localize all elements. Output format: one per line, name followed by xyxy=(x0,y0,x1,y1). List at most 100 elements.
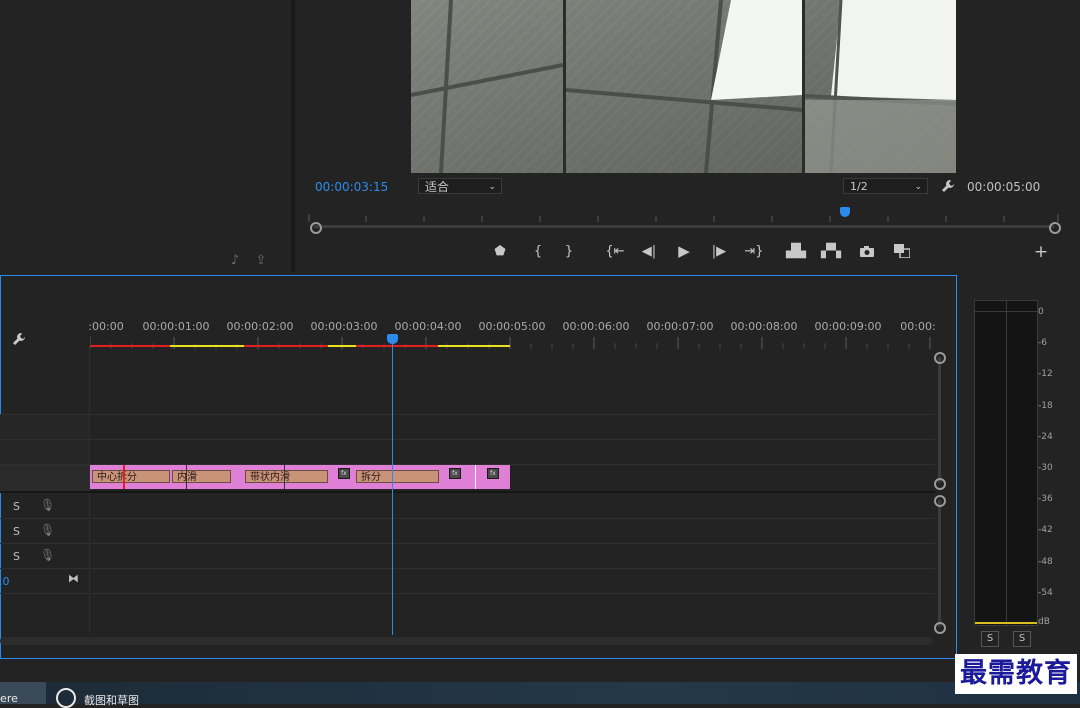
db-label: -42 xyxy=(1038,525,1053,535)
resolution-dropdown[interactable]: 1/2 ⌄ xyxy=(843,178,928,194)
render-bar xyxy=(90,345,510,347)
current-timecode[interactable]: 00:00:03:15 xyxy=(315,180,388,194)
taskbar-app-label: iere xyxy=(0,692,18,705)
track-separator xyxy=(0,593,935,594)
fx-badge[interactable]: fx xyxy=(487,468,499,479)
track-header-v3[interactable] xyxy=(0,415,89,439)
compare-view-icon[interactable] xyxy=(892,243,912,259)
vscroll-handle[interactable] xyxy=(934,352,946,364)
zoom-dropdown[interactable]: 适合 ⌄ xyxy=(418,178,502,194)
snip-icon xyxy=(56,688,76,708)
track-header-divider xyxy=(89,346,90,634)
ruler-label: 00:00:01:00 xyxy=(142,320,210,333)
clip-neihua[interactable]: 内滑 xyxy=(172,470,231,483)
chevron-down-icon: ⌄ xyxy=(914,182,922,192)
mark-in-icon[interactable]: { xyxy=(530,243,546,259)
track-separator xyxy=(0,414,935,415)
timeline-playhead-line[interactable] xyxy=(392,340,393,635)
clip-edit-line xyxy=(475,465,476,489)
track-separator xyxy=(0,518,935,519)
duration-timecode: 00:00:05:00 xyxy=(967,180,1041,194)
solo-button[interactable]: S xyxy=(13,525,20,538)
ruler-label: 00:00:06:00 xyxy=(562,320,630,333)
audio-meter-bar xyxy=(974,300,1038,626)
transition-marker xyxy=(123,465,125,489)
microphone-icon[interactable]: 🎙 xyxy=(40,498,55,512)
scrollbar-left-handle[interactable] xyxy=(310,222,322,234)
monitor-scrollbar-track[interactable] xyxy=(314,225,1054,228)
vscroll-handle[interactable] xyxy=(934,622,946,634)
snip-tool-label: 截图和草图 xyxy=(84,694,139,707)
video-preview xyxy=(411,0,956,173)
db-label: 0 xyxy=(1038,307,1044,317)
audio-vscroll-track[interactable] xyxy=(938,500,941,627)
fx-badge[interactable]: fx xyxy=(449,468,461,479)
meter-solo-left[interactable]: S xyxy=(981,631,999,647)
ruler-label: 00:00:03:00 xyxy=(310,320,378,333)
export-frame-icon[interactable]: ⇪ xyxy=(252,252,270,268)
camera-icon[interactable] xyxy=(858,243,876,259)
zoom-dropdown-value: 适合 xyxy=(425,180,450,194)
solo-button[interactable]: S xyxy=(13,500,20,513)
track-separator xyxy=(0,568,935,569)
video-frame-image xyxy=(411,0,956,173)
db-label: -48 xyxy=(1038,557,1053,567)
ruler-label: 00:00:04:00 xyxy=(394,320,462,333)
wrench-icon[interactable] xyxy=(939,178,957,194)
db-label: -30 xyxy=(1038,463,1053,473)
play-icon[interactable]: ▶ xyxy=(675,242,693,260)
microphone-icon[interactable]: 🎙 xyxy=(40,523,55,537)
ruler-label: 00:00:05:00 xyxy=(478,320,546,333)
step-forward-icon[interactable]: |▶ xyxy=(710,243,728,259)
lift-icon[interactable]: ▟▙ xyxy=(786,243,806,259)
source-panel xyxy=(0,0,292,270)
ruler-label: 00:00:07:00 xyxy=(646,320,714,333)
clip-edit-line xyxy=(284,465,285,489)
extract-icon[interactable]: ▞▚ xyxy=(821,243,841,259)
clip-chaifen[interactable]: 拆分 xyxy=(356,470,439,483)
track-separator xyxy=(0,543,935,544)
fx-badge[interactable]: fx xyxy=(338,468,350,479)
monitor-mini-ruler[interactable] xyxy=(308,207,1060,222)
mark-out-icon[interactable]: } xyxy=(561,243,577,259)
track-separator xyxy=(0,439,935,440)
monitor-playhead[interactable] xyxy=(840,207,850,217)
ruler-label: :00:00 xyxy=(88,320,124,333)
db-label: -6 xyxy=(1038,338,1047,348)
add-button-icon[interactable]: + xyxy=(1033,242,1049,262)
go-to-in-icon[interactable]: {⇤ xyxy=(605,243,625,259)
panel-divider[interactable] xyxy=(291,0,295,272)
vscroll-handle[interactable] xyxy=(934,495,946,507)
video-vscroll-track[interactable] xyxy=(938,357,941,483)
vscroll-handle[interactable] xyxy=(934,478,946,490)
track-header-v1[interactable] xyxy=(0,465,89,491)
timeline-hscroll[interactable] xyxy=(0,637,933,645)
master-volume-value[interactable]: 0.0 xyxy=(0,575,10,588)
meter-solo-right[interactable]: S xyxy=(1013,631,1031,647)
clip-zhongxin-chaifen[interactable]: 中心拆分 xyxy=(92,470,170,483)
track-header-v2[interactable] xyxy=(0,440,89,464)
clip-edit-line xyxy=(186,465,187,489)
ruler-label: 00:00:02:00 xyxy=(226,320,294,333)
db-label: -12 xyxy=(1038,369,1053,379)
db-label: -36 xyxy=(1038,494,1053,504)
insert-audio-icon[interactable]: ♪ xyxy=(226,252,244,268)
audio-track-header-a2[interactable]: S 🎙 xyxy=(0,519,88,543)
solo-button[interactable]: S xyxy=(13,550,20,563)
clip-daizhuang-neihua[interactable]: 带状内滑 xyxy=(245,470,328,483)
video-audio-divider xyxy=(0,491,935,493)
step-back-icon[interactable]: ◀| xyxy=(640,243,658,259)
db-label: -18 xyxy=(1038,401,1053,411)
master-track-header[interactable]: 0.0 ⧓ xyxy=(0,569,88,593)
audio-track-header-a3[interactable]: S 🎙 xyxy=(0,544,88,568)
bowtie-icon[interactable]: ⧓ xyxy=(68,572,79,585)
chevron-down-icon: ⌄ xyxy=(488,182,496,192)
audio-track-header-a1[interactable]: S 🎙 xyxy=(0,494,88,518)
microphone-icon[interactable]: 🎙 xyxy=(40,548,55,562)
taskbar-snip-tool[interactable]: 截图和草图 xyxy=(56,688,166,708)
ruler-label: 00:00:09:00 xyxy=(814,320,882,333)
go-to-out-icon[interactable]: ⇥} xyxy=(744,243,764,259)
taskbar-app-premiere[interactable]: iere xyxy=(0,682,46,705)
add-marker-icon[interactable]: ⬟ xyxy=(492,243,508,259)
scrollbar-right-handle[interactable] xyxy=(1049,222,1061,234)
